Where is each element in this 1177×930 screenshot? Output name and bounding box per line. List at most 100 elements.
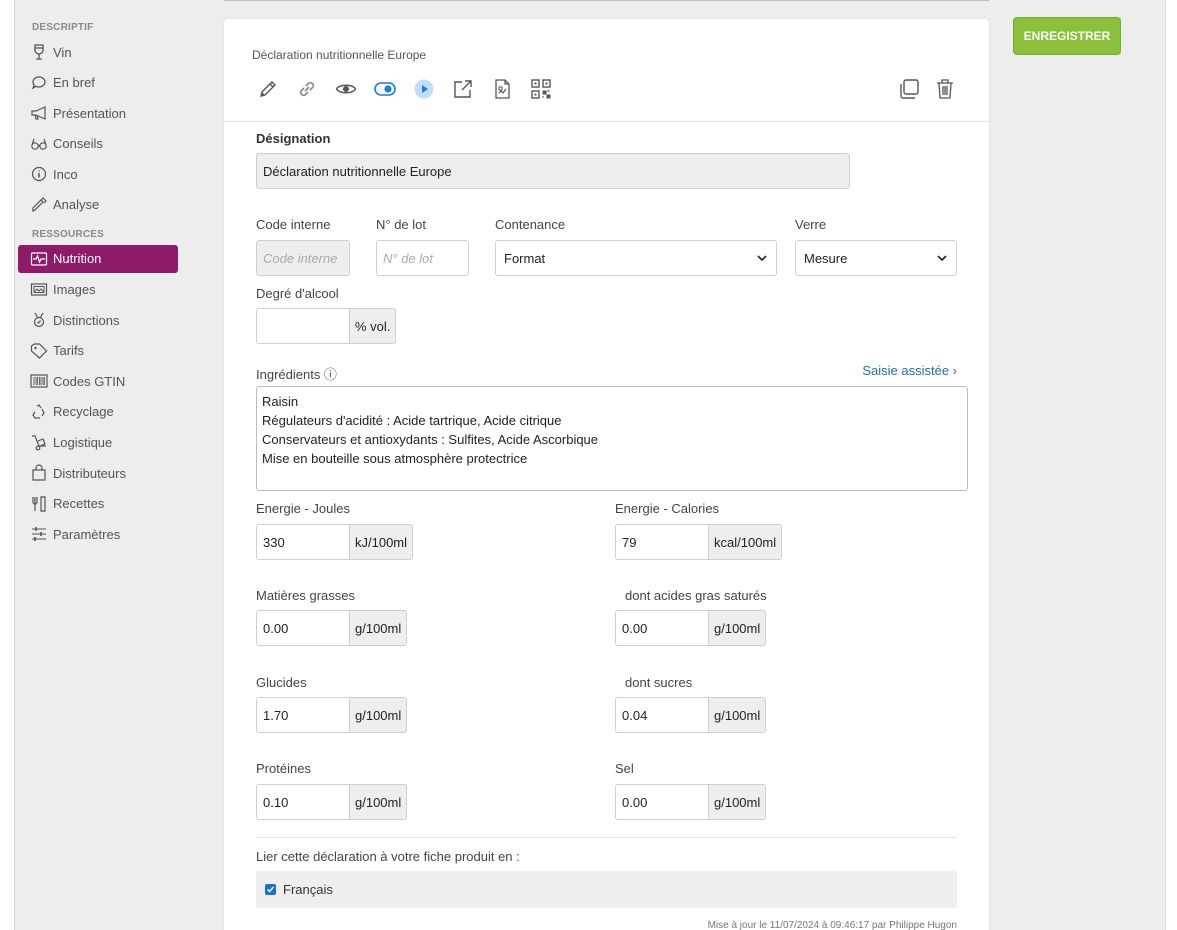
energie-calories-unit: kcal/100ml xyxy=(709,524,783,560)
sidebar: DESCRIPTIF Vin En bref Présentation Cons… xyxy=(18,18,178,551)
energie-joules-field[interactable]: 330 xyxy=(256,524,350,560)
sel-field[interactable]: 0.00 xyxy=(615,784,709,820)
sidebar-item-label: Recyclage xyxy=(53,404,114,420)
ingredient-line: Mise en bouteille sous atmosphère protec… xyxy=(262,451,528,466)
external-link-button[interactable] xyxy=(451,77,475,101)
alcool-field[interactable] xyxy=(256,308,350,344)
toolbar xyxy=(256,77,568,101)
glasses-icon xyxy=(31,138,47,150)
verre-select[interactable]: Mesure xyxy=(795,240,957,276)
recycle-icon xyxy=(32,404,45,419)
glucides-label: Glucides xyxy=(256,675,307,690)
ingredient-line: Régulateurs d'acidité : Acide tartrique,… xyxy=(262,413,562,428)
sidebar-item-distributeurs[interactable]: Distributeurs xyxy=(18,459,178,487)
qr-code-icon xyxy=(531,79,551,99)
megaphone-icon xyxy=(31,106,46,121)
external-link-icon xyxy=(454,80,472,98)
sidebar-item-label: Distinctions xyxy=(53,312,120,328)
card-subtitle: Déclaration nutritionnelle Europe xyxy=(252,48,427,62)
sidebar-item-parametres[interactable]: Paramètres xyxy=(18,520,178,548)
sidebar-item-images[interactable]: Images xyxy=(18,276,178,304)
sidebar-item-en-bref[interactable]: En bref xyxy=(18,69,178,97)
energie-calories-field[interactable]: 79 xyxy=(615,524,709,560)
qr-code-button[interactable] xyxy=(529,77,553,101)
copy-icon xyxy=(900,79,919,99)
section-descriptif: DESCRIPTIF xyxy=(32,22,94,33)
sidebar-item-distinctions[interactable]: Distinctions xyxy=(18,306,178,334)
saisie-assistee-link[interactable]: Saisie assistée › xyxy=(862,363,957,378)
preview-button[interactable] xyxy=(334,77,358,101)
pipette-icon xyxy=(32,197,47,212)
designation-field[interactable]: Déclaration nutritionnelle Europe xyxy=(256,153,850,189)
top-divider xyxy=(224,0,989,1)
cutlery-icon xyxy=(32,496,46,512)
sidebar-item-label: Images xyxy=(53,282,96,298)
acides-gras-label: dont acides gras saturés xyxy=(625,588,767,603)
section-ressources: RESSOURCES xyxy=(32,228,105,240)
sidebar-item-label: Tarifs xyxy=(53,343,85,359)
link-button[interactable] xyxy=(295,77,319,101)
contenance-select[interactable]: Format xyxy=(495,240,777,276)
acides-gras-field[interactable]: 0.00 xyxy=(615,610,709,646)
ingredients-textarea[interactable]: Raisin Régulateurs d'acidité : Acide tar… xyxy=(256,386,968,491)
sidebar-item-vin[interactable]: Vin xyxy=(18,38,178,66)
lot-label: N° de lot xyxy=(376,217,427,232)
language-option[interactable]: Français xyxy=(256,871,957,908)
images-icon xyxy=(30,282,48,296)
sidebar-item-recyclage[interactable]: Recyclage xyxy=(18,398,178,426)
sidebar-item-logistique[interactable]: Logistique xyxy=(18,429,178,457)
tag-icon xyxy=(30,343,48,359)
sidebar-item-label: En bref xyxy=(53,75,95,91)
acides-gras-unit: g/100ml xyxy=(709,610,767,646)
language-label: Français xyxy=(283,882,333,897)
sidebar-item-label: Inco xyxy=(53,166,78,182)
sidebar-item-nutrition[interactable]: Nutrition xyxy=(18,244,178,273)
sidebar-item-recettes[interactable]: Recettes xyxy=(18,490,178,518)
sidebar-item-label: Nutrition xyxy=(53,251,102,267)
sidebar-item-label: Présentation xyxy=(53,105,126,121)
glucides-unit: g/100ml xyxy=(350,697,408,733)
sidebar-item-inco[interactable]: Inco xyxy=(18,160,178,188)
play-button[interactable] xyxy=(412,77,436,101)
sidebar-item-presentation[interactable]: Présentation xyxy=(18,99,178,127)
sucres-unit: g/100ml xyxy=(709,697,767,733)
document-chart-button[interactable] xyxy=(490,77,514,101)
glass-icon xyxy=(34,44,44,60)
divider xyxy=(256,837,957,838)
sidebar-item-conseils[interactable]: Conseils xyxy=(18,130,178,158)
sidebar-item-codes-gtin[interactable]: Codes GTIN xyxy=(18,367,178,395)
duplicate-button[interactable] xyxy=(897,77,921,101)
sidebar-item-tarifs[interactable]: Tarifs xyxy=(18,337,178,365)
right-toolbar xyxy=(885,77,957,101)
lot-field[interactable]: N° de lot xyxy=(376,240,469,276)
matieres-grasses-field[interactable]: 0.00 xyxy=(256,610,350,646)
sliders-icon xyxy=(32,527,46,542)
trash-icon xyxy=(937,79,953,99)
check-icon xyxy=(266,886,275,893)
proteines-field[interactable]: 0.10 xyxy=(256,784,350,820)
card-header: Déclaration nutritionnelle Europe xyxy=(224,19,989,122)
code-interne-field[interactable]: Code interne xyxy=(256,240,350,276)
toggle-on-icon xyxy=(374,82,396,96)
edit-button[interactable] xyxy=(256,77,280,101)
pulse-icon xyxy=(30,252,48,266)
energie-joules-label: Energie - Joules xyxy=(256,501,350,516)
matieres-grasses-label: Matières grasses xyxy=(256,588,355,603)
save-button[interactable]: ENREGISTRER xyxy=(1013,17,1121,55)
delete-button[interactable] xyxy=(933,77,957,101)
sidebar-item-label: Vin xyxy=(53,44,72,60)
hand-truck-icon xyxy=(32,434,46,450)
pencil-icon xyxy=(260,81,276,97)
alcool-label: Degré d'alcool xyxy=(256,286,339,301)
ingredients-label: Ingrédients ⓘ xyxy=(256,367,337,382)
glucides-field[interactable]: 1.70 xyxy=(256,697,350,733)
sucres-label: dont sucres xyxy=(625,675,693,690)
publish-toggle[interactable] xyxy=(373,77,397,101)
checkbox-checked[interactable] xyxy=(265,884,276,895)
matieres-grasses-unit: g/100ml xyxy=(350,610,408,646)
sucres-field[interactable]: 0.04 xyxy=(615,697,709,733)
sidebar-item-analyse[interactable]: Analyse xyxy=(18,191,178,219)
last-updated-text: Mise à jour le 11/07/2024 à 09:46:17 par… xyxy=(707,920,957,930)
chevron-down-icon xyxy=(937,255,947,262)
link-declaration-label: Lier cette déclaration à votre fiche pro… xyxy=(256,849,520,864)
